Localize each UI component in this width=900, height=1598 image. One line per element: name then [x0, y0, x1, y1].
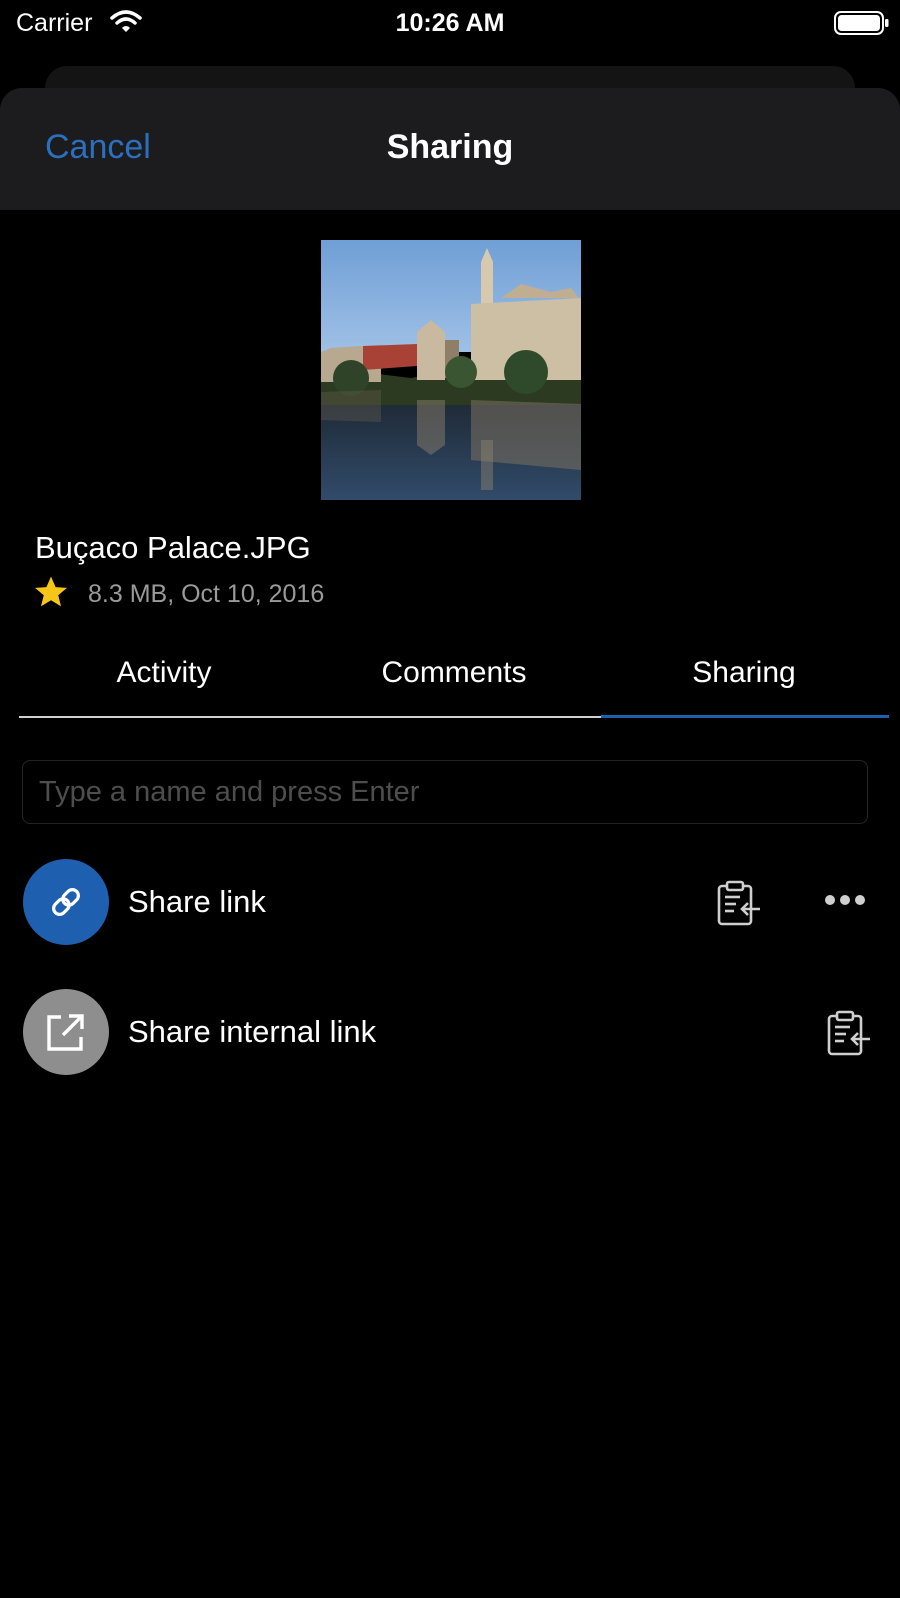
file-name: Buçaco Palace.JPG	[35, 530, 311, 565]
share-internal-link-label: Share internal link	[128, 1014, 377, 1049]
favorite-star-icon[interactable]	[33, 575, 69, 614]
file-meta: 8.3 MB, Oct 10, 2016	[88, 580, 325, 608]
share-link-label: Share link	[128, 884, 266, 919]
link-icon	[23, 859, 109, 945]
tab-comments[interactable]: Comments	[309, 656, 599, 690]
share-link-row[interactable]: Share link	[0, 857, 900, 947]
page-title: Sharing	[386, 128, 514, 166]
battery-icon	[834, 10, 890, 41]
status-time: 10:26 AM	[395, 9, 505, 37]
file-thumbnail	[321, 240, 581, 500]
tab-bar: Activity Comments Sharing	[19, 650, 889, 720]
active-tab-indicator	[601, 715, 889, 718]
share-internal-link-row[interactable]: Share internal link	[0, 987, 900, 1077]
copy-link-icon[interactable]	[826, 1009, 872, 1062]
share-name-input[interactable]	[22, 760, 868, 824]
sheet-header: Cancel Sharing	[0, 88, 900, 210]
copy-link-icon[interactable]	[716, 879, 762, 932]
more-options-icon[interactable]	[824, 891, 866, 914]
external-link-icon	[23, 989, 109, 1075]
tab-sharing[interactable]: Sharing	[599, 656, 889, 690]
tab-activity[interactable]: Activity	[19, 656, 309, 690]
status-bar: Carrier 10:26 AM	[0, 0, 900, 48]
